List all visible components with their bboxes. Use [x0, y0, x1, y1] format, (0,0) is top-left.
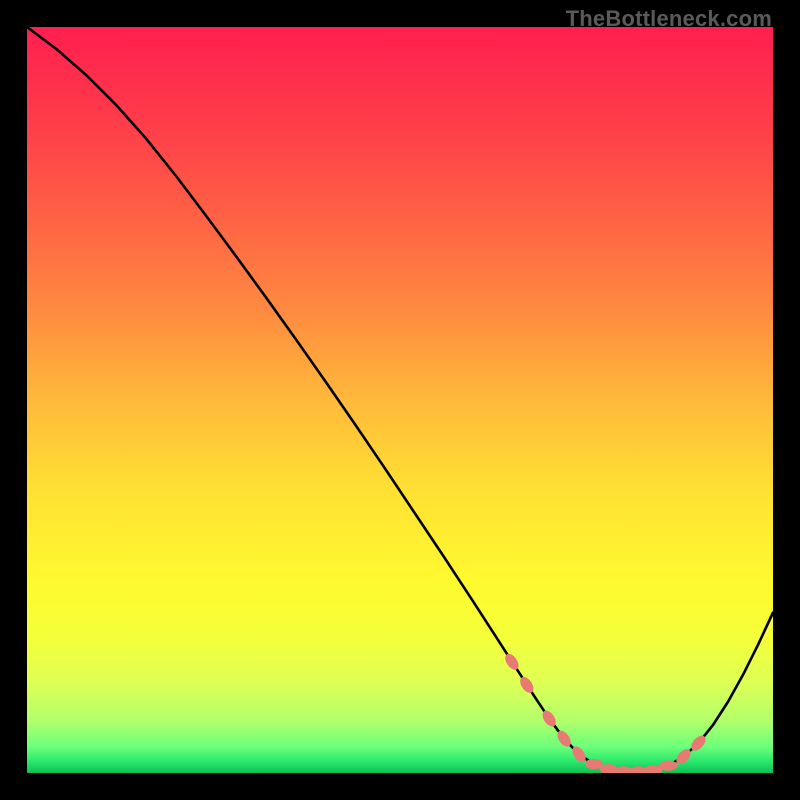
marker — [660, 760, 678, 770]
marker — [517, 675, 536, 696]
bottleneck-curve — [27, 27, 773, 772]
plot-area — [27, 27, 773, 773]
marker — [585, 759, 603, 769]
watermark-text: TheBottleneck.com — [566, 6, 772, 32]
marker — [503, 651, 522, 672]
curve-layer — [27, 27, 773, 773]
highlighted-points — [503, 651, 709, 773]
chart-container: TheBottleneck.com — [0, 0, 800, 800]
